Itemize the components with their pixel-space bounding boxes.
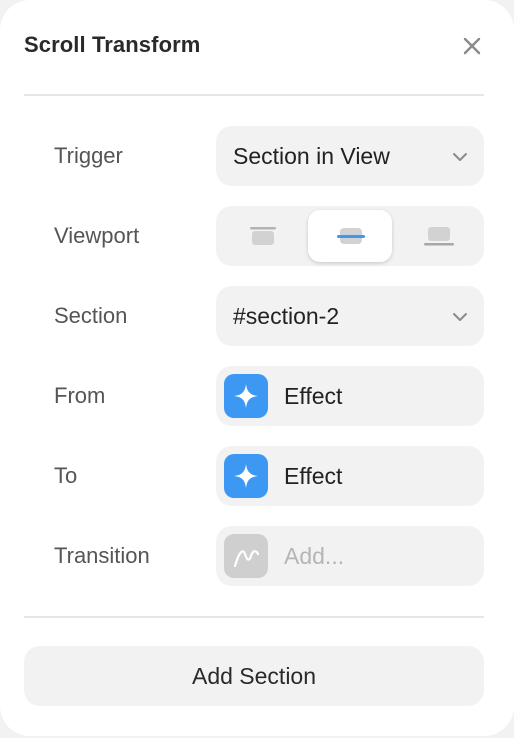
from-effect-tile: [224, 374, 268, 418]
trigger-value: Section in View: [233, 143, 390, 169]
section-select[interactable]: #section-2: [216, 286, 484, 346]
to-effect-tile: [224, 454, 268, 498]
close-icon: [463, 37, 481, 55]
to-effect-picker[interactable]: Effect: [216, 446, 484, 506]
header-divider: [24, 94, 484, 96]
trigger-select[interactable]: Section in View: [216, 126, 484, 186]
viewport-row: Viewport: [0, 206, 514, 266]
transition-picker[interactable]: Add...: [216, 526, 484, 586]
chevron-down-icon: [453, 153, 467, 161]
to-row: To Effect: [0, 446, 514, 506]
from-effect-value: Effect: [284, 383, 343, 409]
align-center-icon: [337, 228, 365, 244]
transition-tile: [224, 534, 268, 578]
viewport-segmented-control: [216, 206, 484, 266]
trigger-row: Trigger Section in View: [0, 126, 514, 186]
to-effect-value: Effect: [284, 463, 343, 489]
chevron-down-icon: [453, 313, 467, 321]
curve-icon: [233, 550, 260, 568]
from-effect-picker[interactable]: Effect: [216, 366, 484, 426]
panel-header: Scroll Transform: [24, 30, 490, 64]
align-bottom-icon: [424, 227, 454, 246]
transition-placeholder: Add...: [284, 543, 345, 569]
section-value: #section-2: [233, 303, 340, 329]
transition-row: Transition Add...: [0, 526, 514, 586]
transition-label: Transition: [54, 543, 150, 568]
trigger-label: Trigger: [54, 143, 123, 168]
panel-title: Scroll Transform: [24, 32, 201, 57]
sparkle-icon: [234, 464, 258, 488]
section-row: Section #section-2: [0, 286, 514, 346]
viewport-option-top[interactable]: [220, 210, 304, 262]
align-top-icon: [250, 227, 276, 245]
footer-divider: [24, 616, 484, 618]
scroll-transform-panel: Scroll Transform Trigger Section in View…: [0, 0, 514, 736]
sparkle-icon: [234, 384, 258, 408]
close-button[interactable]: [458, 32, 486, 60]
from-label: From: [54, 383, 106, 408]
add-section-button[interactable]: Add Section: [24, 646, 484, 706]
viewport-option-center[interactable]: [308, 210, 392, 262]
viewport-option-bottom[interactable]: [396, 210, 480, 262]
to-label: To: [54, 463, 78, 488]
section-label: Section: [54, 303, 128, 328]
from-row: From Effect: [0, 366, 514, 426]
viewport-label: Viewport: [54, 223, 140, 248]
